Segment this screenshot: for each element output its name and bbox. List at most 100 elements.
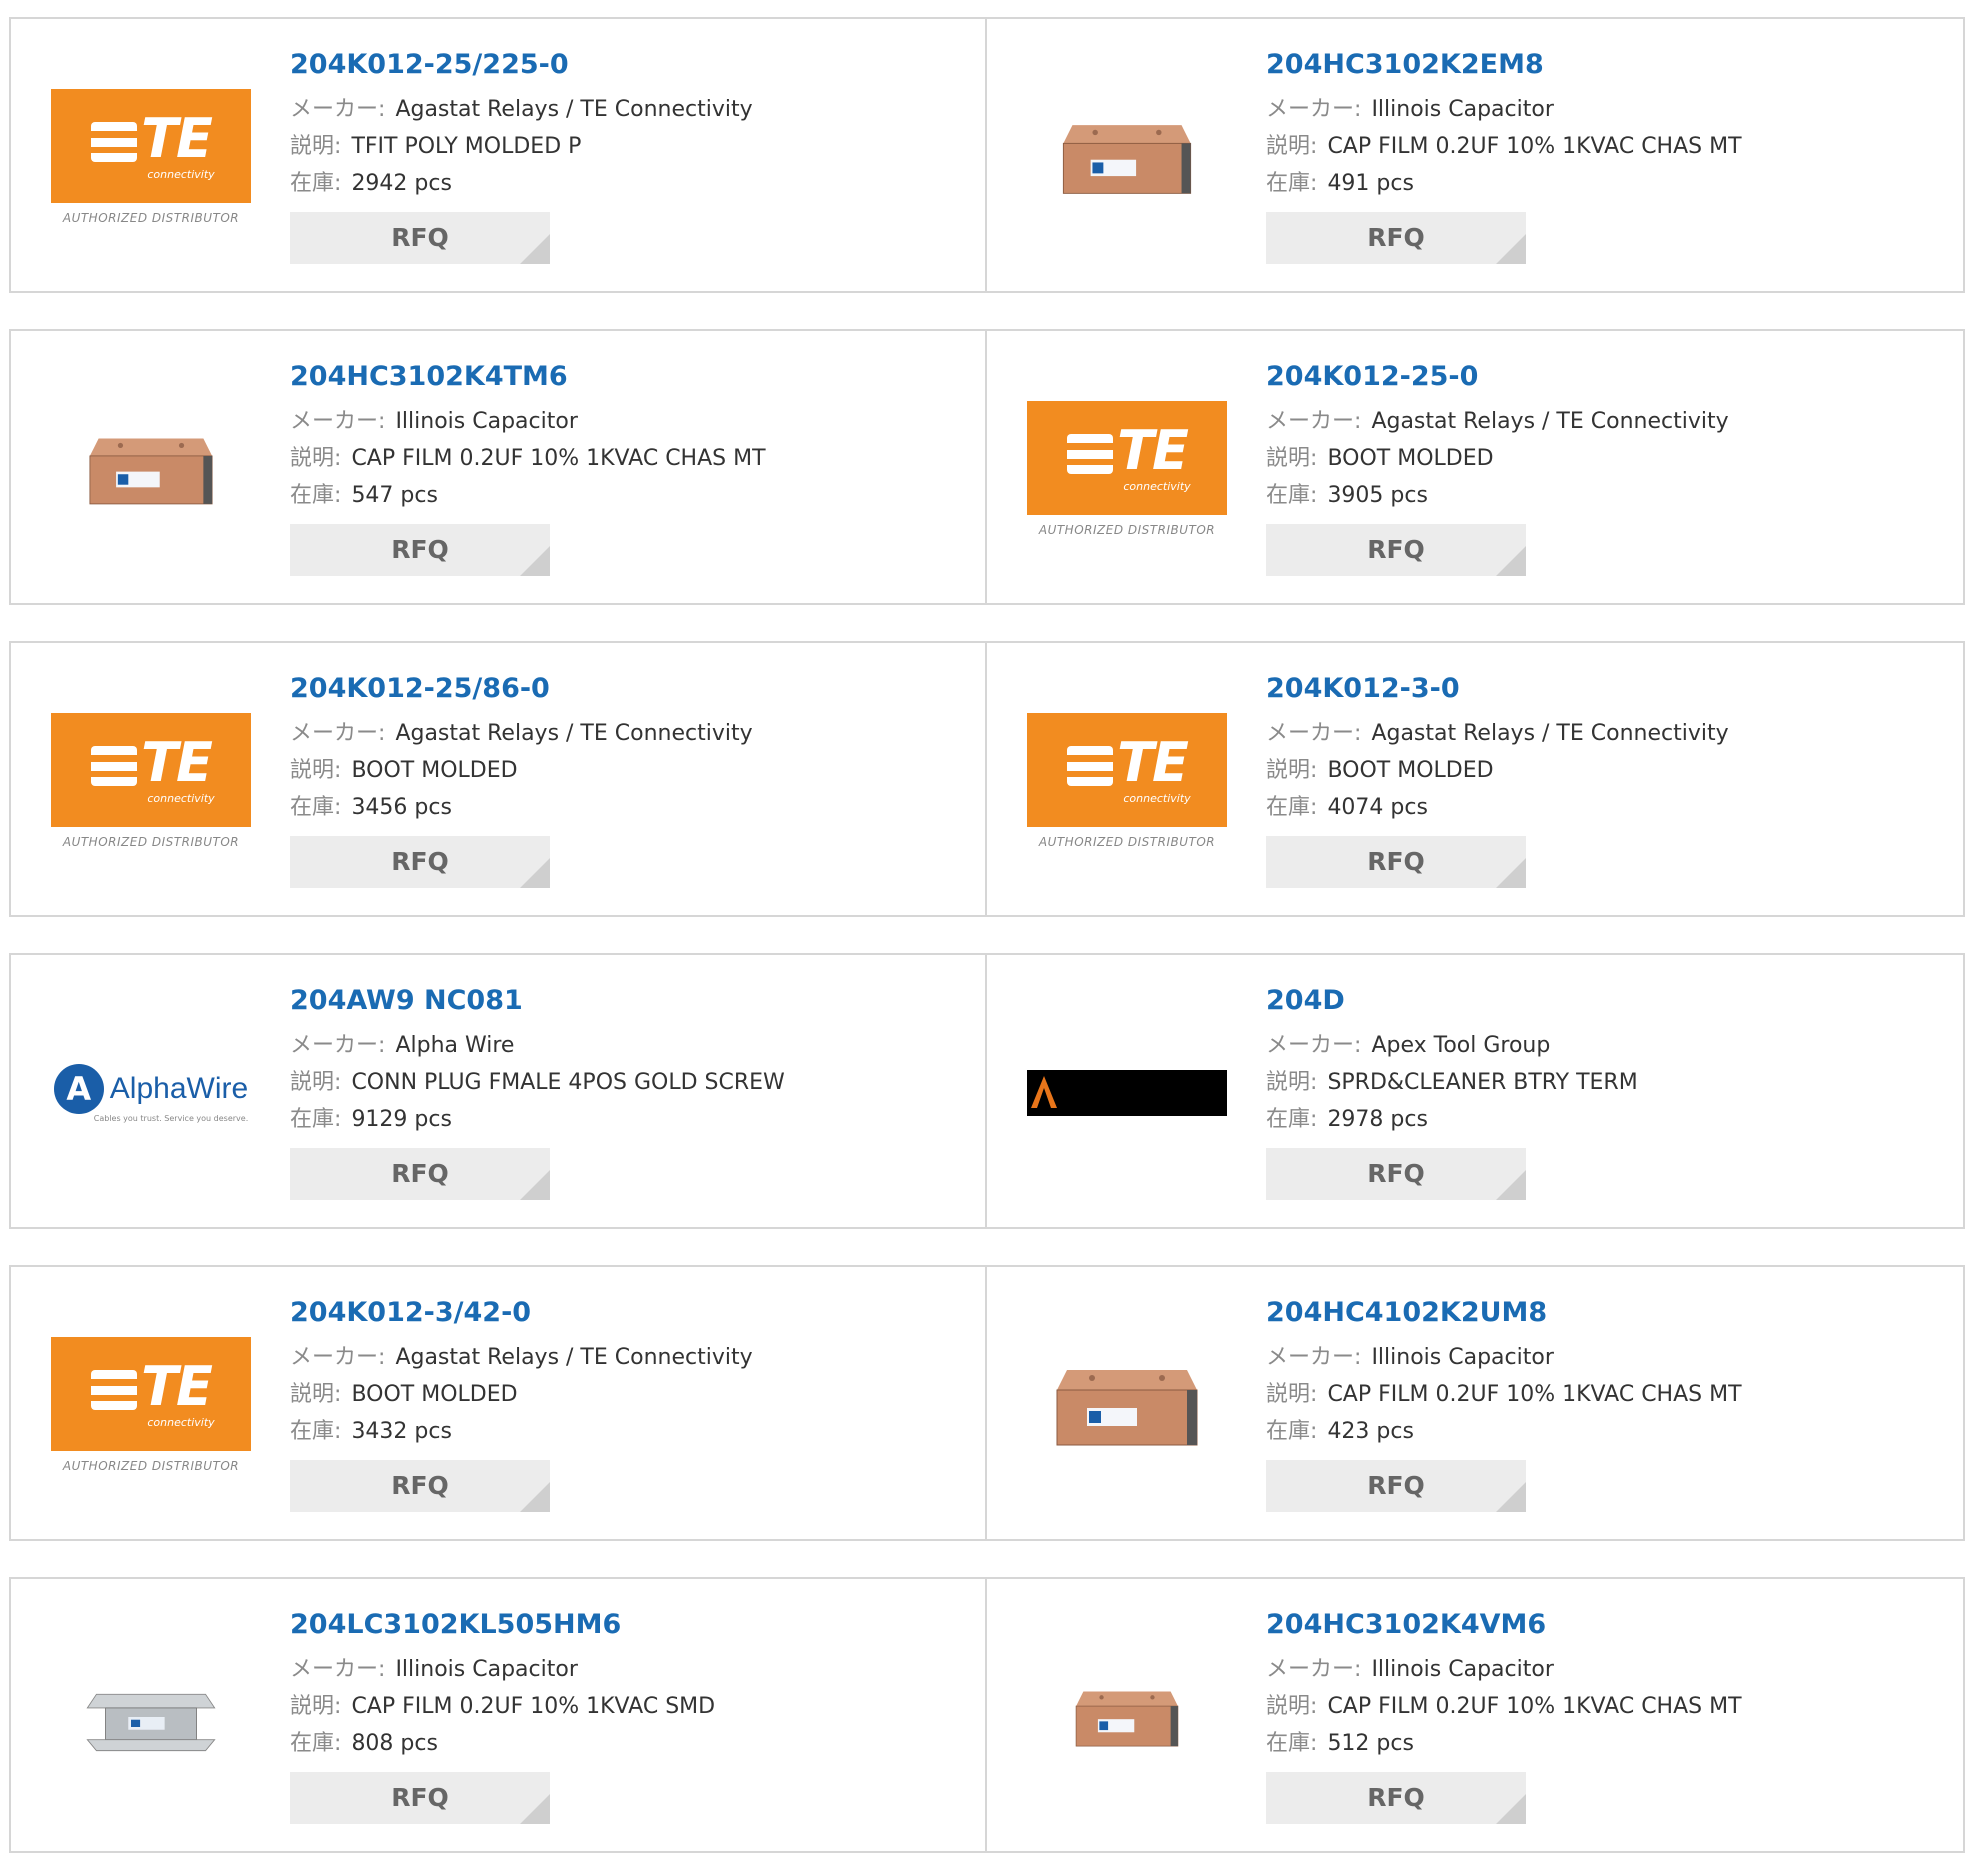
rfq-button[interactable]: RFQ xyxy=(1266,1148,1526,1200)
te-connectivity-logo: TE connectivity AUTHORIZED DISTRIBUTOR xyxy=(1027,401,1227,537)
label-colon: : xyxy=(1310,795,1318,820)
maker-label: メーカー xyxy=(1266,409,1355,434)
stock-value: 3905 pcs xyxy=(1327,483,1428,508)
te-logo-mark: TE xyxy=(1067,423,1189,478)
label-colon: : xyxy=(334,171,342,196)
stock-value: 512 pcs xyxy=(1327,1731,1414,1756)
description-row: 説明: BOOT MOLDED xyxy=(290,752,975,789)
part-number-link[interactable]: 204K012-25/225-0 xyxy=(290,47,975,83)
product-card: TE connectivity AUTHORIZED DISTRIBUTOR 204K… xyxy=(985,641,1965,917)
stock-value: 3432 pcs xyxy=(351,1419,452,1444)
stock-label: 在庫 xyxy=(1266,795,1311,820)
desc-label: 説明 xyxy=(1266,1070,1311,1095)
desc-label: 説明 xyxy=(1266,1694,1311,1719)
product-card: TE connectivity AUTHORIZED DISTRIBUTOR 204K… xyxy=(9,641,987,917)
part-number-link[interactable]: 204K012-25-0 xyxy=(1266,359,1953,395)
te-logo-mark: TE xyxy=(91,111,213,166)
capacitor-icon xyxy=(89,438,213,505)
product-info: 204HC4102K2UM8 メーカー: Illinois Capacitor 説明:… xyxy=(1266,1295,1953,1512)
product-card: TE connectivity AUTHORIZED DISTRIBUTOR 204K… xyxy=(985,329,1965,605)
desc-value: BOOT MOLDED xyxy=(351,758,518,783)
product-image xyxy=(51,1617,251,1817)
rfq-button[interactable]: RFQ xyxy=(1266,1460,1526,1512)
product-image xyxy=(51,369,251,569)
te-logo-text: TE xyxy=(141,730,213,794)
product-info: 204LC3102KL505HM6 メーカー: Illinois Capacitor… xyxy=(290,1607,975,1824)
stock-value: 4074 pcs xyxy=(1327,795,1428,820)
manufacturer-row: メーカー: Illinois Capacitor xyxy=(1266,91,1953,128)
product-card: TE connectivity AUTHORIZED DISTRIBUTOR 204K… xyxy=(9,17,987,293)
stock-label: 在庫 xyxy=(290,1107,335,1132)
product-info: 204K012-25/86-0 メーカー: Agastat Relays / TE … xyxy=(290,671,975,888)
part-number-link[interactable]: 204HC3102K4VM6 xyxy=(1266,1607,1953,1643)
te-connectivity-logo: TE connectivity AUTHORIZED DISTRIBUTOR xyxy=(51,1337,251,1473)
part-number-link[interactable]: 204HC3102K4TM6 xyxy=(290,359,975,395)
part-number-link[interactable]: 204HC3102K2EM8 xyxy=(1266,47,1953,83)
description-row: 説明: CAP FILM 0.2UF 10% 1KVAC CHAS MT xyxy=(1266,128,1953,165)
alphawire-logo-row: A AlphaWire xyxy=(53,1063,249,1114)
label-colon: : xyxy=(378,1033,386,1058)
label-colon: : xyxy=(1310,1107,1318,1132)
product-grid: TE connectivity AUTHORIZED DISTRIBUTOR 204K… xyxy=(9,17,1965,1853)
desc-label: 説明 xyxy=(1266,134,1311,159)
desc-value: TFIT POLY MOLDED P xyxy=(351,134,582,159)
rfq-button[interactable]: RFQ xyxy=(1266,1772,1526,1824)
product-image: TE connectivity AUTHORIZED DISTRIBUTOR xyxy=(51,681,251,881)
stock-label: 在庫 xyxy=(1266,1419,1311,1444)
rfq-button[interactable]: RFQ xyxy=(1266,212,1526,264)
te-logo-box: TE connectivity xyxy=(1027,713,1227,827)
part-number-link[interactable]: 204HC4102K2UM8 xyxy=(1266,1295,1953,1331)
stock-label: 在庫 xyxy=(290,483,335,508)
maker-value: Illinois Capacitor xyxy=(395,1657,578,1682)
label-colon: : xyxy=(334,1694,342,1719)
product-image xyxy=(1027,993,1227,1193)
description-row: 説明: CAP FILM 0.2UF 10% 1KVAC CHAS MT xyxy=(1266,1376,1953,1413)
rfq-button[interactable]: RFQ xyxy=(290,1148,550,1200)
part-number-link[interactable]: 204K012-3-0 xyxy=(1266,671,1953,707)
desc-value: CAP FILM 0.2UF 10% 1KVAC CHAS MT xyxy=(351,446,766,471)
te-logo-text: TE xyxy=(1117,418,1189,482)
label-colon: : xyxy=(1354,1033,1362,1058)
stock-value: 808 pcs xyxy=(351,1731,438,1756)
description-row: 説明: SPRD&CLEANER BTRY TERM xyxy=(1266,1064,1953,1101)
rfq-button[interactable]: RFQ xyxy=(1266,524,1526,576)
label-colon: : xyxy=(1310,483,1318,508)
product-info: 204K012-3/42-0 メーカー: Agastat Relays / TE C… xyxy=(290,1295,975,1512)
part-number-link[interactable]: 204LC3102KL505HM6 xyxy=(290,1607,975,1643)
product-image: TE connectivity AUTHORIZED DISTRIBUTOR xyxy=(51,57,251,257)
te-bars-icon xyxy=(91,121,138,162)
desc-value: CONN PLUG FMALE 4POS GOLD SCREW xyxy=(351,1070,785,1095)
rfq-button[interactable]: RFQ xyxy=(290,836,550,888)
product-info: 204K012-25-0 メーカー: Agastat Relays / TE Con… xyxy=(1266,359,1953,576)
te-logo-text: TE xyxy=(1117,730,1189,794)
te-logo-box: TE connectivity xyxy=(51,713,251,827)
stock-value: 423 pcs xyxy=(1327,1419,1414,1444)
rfq-button[interactable]: RFQ xyxy=(290,1460,550,1512)
authorized-distributor-text: AUTHORIZED DISTRIBUTOR xyxy=(1038,835,1216,849)
desc-label: 説明 xyxy=(290,446,335,471)
alphawire-logo-text: AlphaWire xyxy=(109,1071,249,1105)
maker-label: メーカー xyxy=(290,1033,379,1058)
label-colon: : xyxy=(378,409,386,434)
stock-label: 在庫 xyxy=(290,1419,335,1444)
capacitor-icon xyxy=(1056,1370,1198,1446)
label-colon: : xyxy=(334,446,342,471)
manufacturer-row: メーカー: Agastat Relays / TE Connectivity xyxy=(290,1339,975,1376)
rfq-button[interactable]: RFQ xyxy=(290,524,550,576)
part-number-link[interactable]: 204AW9 NC081 xyxy=(290,983,975,1019)
part-number-link[interactable]: 204K012-25/86-0 xyxy=(290,671,975,707)
description-row: 説明: CAP FILM 0.2UF 10% 1KVAC SMD xyxy=(290,1688,975,1725)
stock-row: 在庫: 547 pcs xyxy=(290,477,975,514)
rfq-button[interactable]: RFQ xyxy=(1266,836,1526,888)
rfq-button[interactable]: RFQ xyxy=(290,1772,550,1824)
manufacturer-row: メーカー: Agastat Relays / TE Connectivity xyxy=(1266,403,1953,440)
rfq-button[interactable]: RFQ xyxy=(290,212,550,264)
label-colon: : xyxy=(378,1345,386,1370)
label-colon: : xyxy=(1310,1694,1318,1719)
label-colon: : xyxy=(1310,1419,1318,1444)
stock-row: 在庫: 512 pcs xyxy=(1266,1725,1953,1762)
part-number-link[interactable]: 204D xyxy=(1266,983,1953,1019)
label-colon: : xyxy=(1354,409,1362,434)
part-number-link[interactable]: 204K012-3/42-0 xyxy=(290,1295,975,1331)
stock-value: 2942 pcs xyxy=(351,171,452,196)
